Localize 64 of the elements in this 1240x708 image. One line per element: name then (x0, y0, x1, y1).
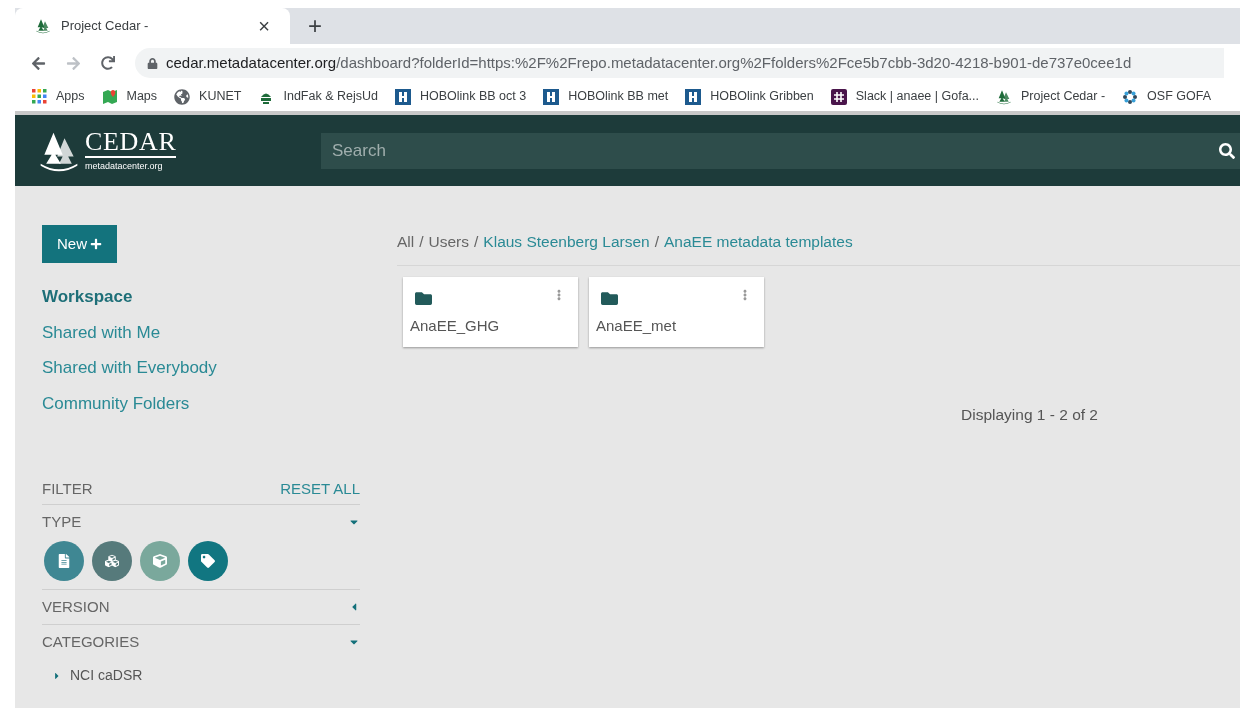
close-tab-button[interactable]: × (258, 16, 270, 36)
new-tab-button[interactable]: + (304, 12, 326, 40)
flower-logo-icon (1122, 88, 1139, 105)
new-button[interactable]: New (42, 225, 117, 263)
map-pin-icon (101, 88, 118, 105)
tag-icon (201, 554, 215, 568)
bookmark[interactable]: HOBOlink BB met (543, 87, 669, 106)
search-input[interactable]: Search (332, 137, 1219, 164)
filter-section-title: TYPE (42, 511, 82, 532)
field-filter-button[interactable] (140, 541, 180, 581)
reload-icon[interactable] (101, 56, 115, 70)
breadcrumb-separator: / (474, 232, 479, 253)
element-filter-button[interactable] (92, 541, 132, 581)
h-logo-icon (543, 88, 560, 105)
filter-title: FILTER (42, 479, 93, 500)
h-logo-icon (394, 88, 411, 105)
document-icon (57, 554, 71, 568)
cube-icon (153, 554, 167, 568)
folder-icon (414, 290, 433, 307)
h-logo-icon (685, 88, 702, 105)
template-filter-button[interactable] (44, 541, 84, 581)
category-item[interactable]: NCI caDSR (70, 665, 143, 686)
more-options-icon[interactable] (557, 287, 561, 303)
tab-title: Project Cedar - (61, 17, 150, 36)
folder-card[interactable]: AnaEE_met (589, 277, 764, 347)
bookmark[interactable]: KUNET (174, 87, 242, 106)
bookmark[interactable]: Apps (32, 87, 85, 106)
logo-title: CEDAR (85, 127, 177, 158)
url-host: cedar.metadatacenter.org (166, 53, 337, 71)
search-bar[interactable]: Search (321, 132, 1240, 169)
apps-grid-icon (32, 89, 47, 104)
breadcrumb-item[interactable]: All (397, 230, 415, 254)
bookmark[interactable]: OSF GOFA (1122, 87, 1211, 106)
bookmark[interactable]: Maps (101, 87, 158, 106)
browser-tab[interactable]: Project Cedar - × (15, 8, 290, 44)
url-path: /dashboard?folderId=https:%2F%2Frepo.metadatacenter.org%2Ffolders%2Fce5b7cbb-3d20-4218-b901-de737e0cee1d (336, 53, 1132, 71)
bookmark[interactable]: HOBOlink Gribben (685, 87, 814, 106)
folder-icon (600, 290, 619, 307)
nav-link[interactable]: Workspace (42, 279, 360, 315)
logo-subtitle: metadatacenter.org (85, 159, 164, 173)
bookmark[interactable]: Slack | anaee | Gofa... (830, 87, 979, 106)
bookmark[interactable]: Project Cedar - (996, 87, 1106, 106)
instance-filter-button[interactable] (188, 541, 228, 581)
lock-icon (147, 57, 158, 69)
back-icon[interactable] (31, 55, 46, 71)
folder-name: AnaEE_GHG (410, 316, 501, 336)
globe-icon (174, 88, 191, 105)
address-bar[interactable]: cedar.metadatacenter.org/dashboard?folderId=https:%2F%2Frepo.metadatacenter.org%2Ffolders%2Fce5b7cbb-3d20-4218-b901-de737e0cee1d (135, 48, 1224, 78)
breadcrumb-separator: / (654, 232, 659, 253)
more-options-icon[interactable] (743, 287, 747, 303)
plus-icon (90, 238, 102, 250)
filter-section-title: VERSION (42, 596, 110, 617)
search-icon[interactable] (1219, 142, 1235, 159)
bookmark[interactable]: IndFak & RejsUd (258, 87, 378, 106)
tree-logo-icon (35, 18, 51, 34)
results-count: Displaying 1 - 2 of 2 (961, 406, 1098, 423)
bookmark[interactable]: HOBOlink BB oct 3 (394, 87, 527, 106)
folder-name: AnaEE_met (596, 316, 678, 336)
folder-card[interactable]: AnaEE_GHG (403, 277, 578, 347)
hash-logo-icon (830, 88, 847, 105)
filter-section-title: CATEGORIES (42, 631, 140, 652)
cubes-icon (105, 554, 119, 568)
breadcrumb-item[interactable]: Users (428, 230, 470, 254)
breadcrumb-separator: / (419, 232, 424, 253)
